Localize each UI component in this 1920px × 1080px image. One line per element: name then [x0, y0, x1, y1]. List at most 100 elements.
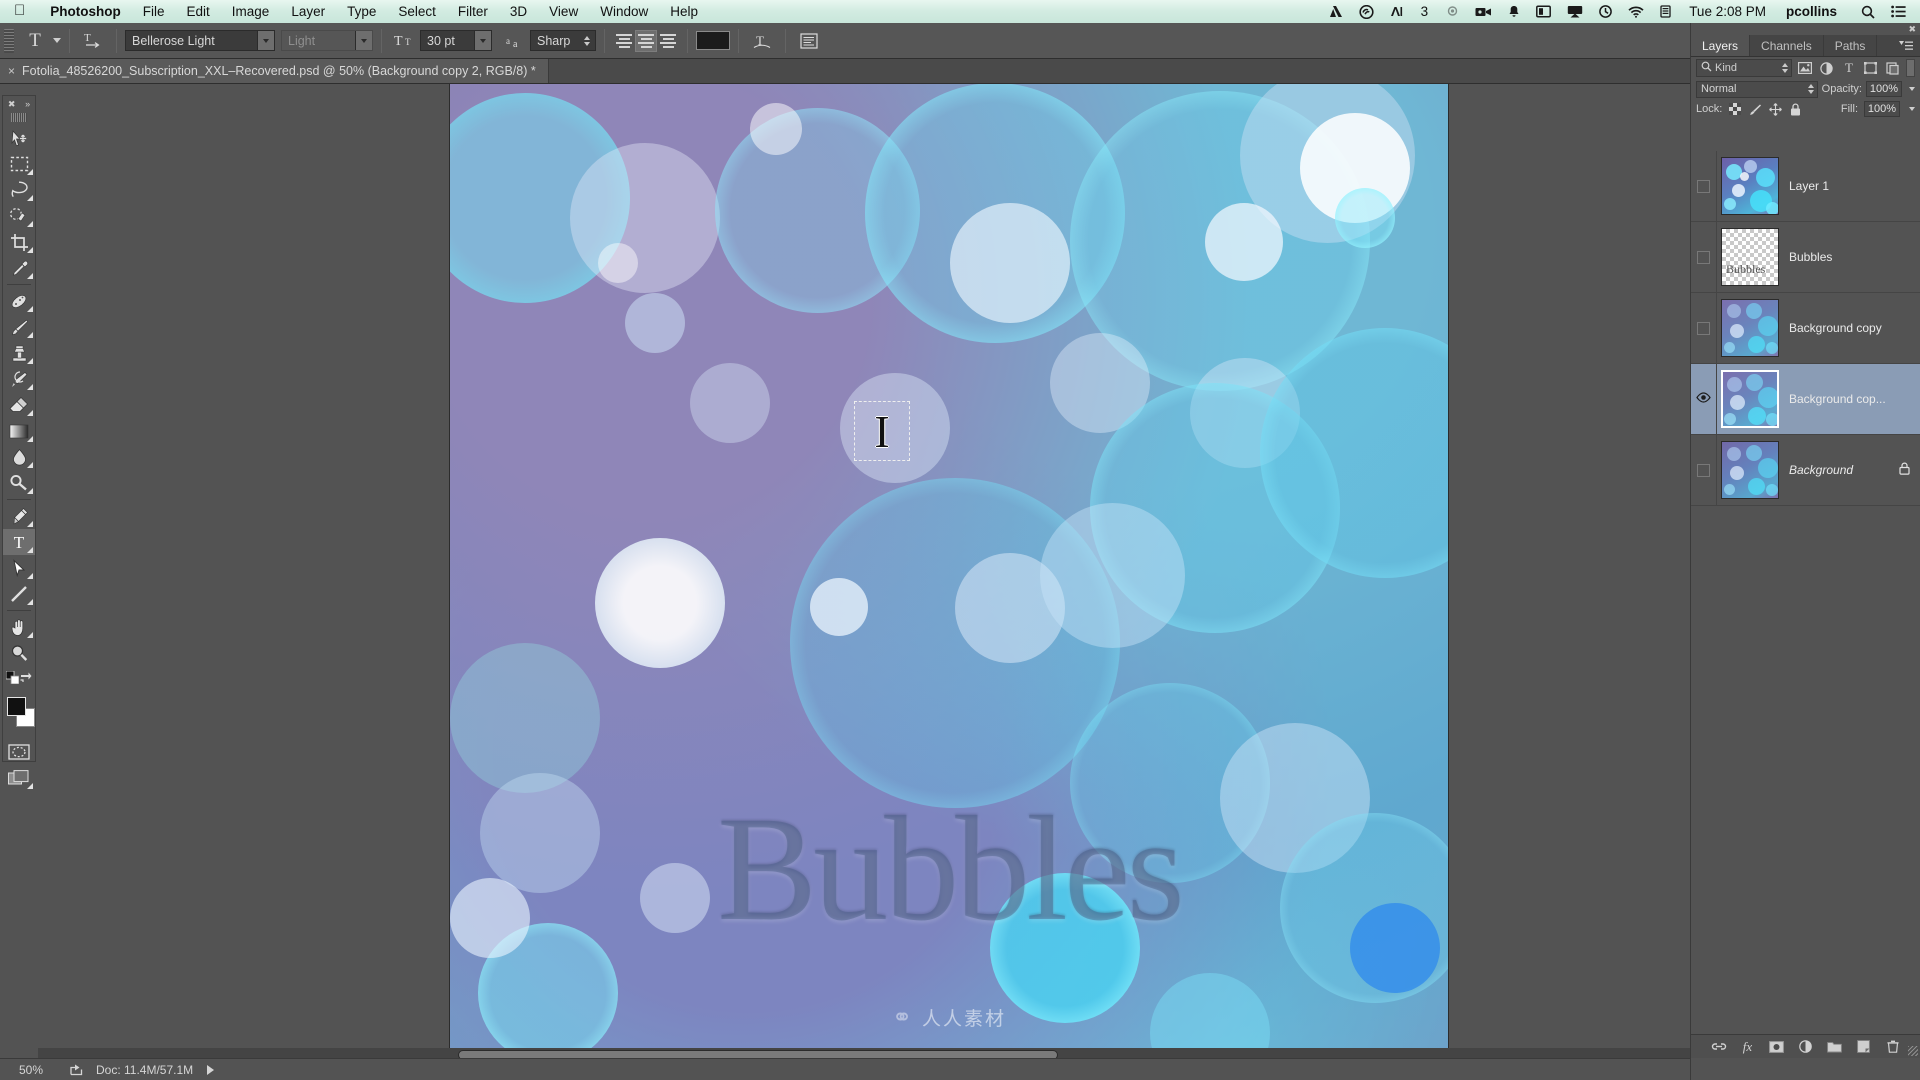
new-adjustment-layer-icon[interactable]	[1798, 1039, 1814, 1055]
status-expand-arrow-icon[interactable]	[207, 1064, 215, 1075]
move-tool[interactable]	[3, 125, 35, 151]
delete-layer-icon[interactable]	[1885, 1039, 1901, 1055]
screen-mode-icon[interactable]	[3, 765, 35, 791]
table-row[interactable]: Background cop...	[1691, 364, 1920, 435]
canvas-stage[interactable]: Bubbles I ⚭ 人人素材	[38, 84, 1690, 1048]
menu-image[interactable]: Image	[221, 4, 281, 19]
warp-text-icon[interactable]: T	[747, 29, 777, 53]
line-shape-tool[interactable]	[3, 581, 35, 607]
new-layer-icon[interactable]	[1856, 1039, 1872, 1055]
pen-tool[interactable]	[3, 503, 35, 529]
opacity-chevron-down-icon[interactable]	[1909, 87, 1915, 91]
path-selection-tool[interactable]	[3, 555, 35, 581]
menu-edit[interactable]: Edit	[176, 4, 221, 19]
lasso-tool[interactable]	[3, 177, 35, 203]
filter-smart-object-icon[interactable]	[1884, 59, 1902, 77]
eye-icon[interactable]	[1696, 392, 1711, 406]
type-tool[interactable]: T	[3, 529, 35, 555]
lock-position-icon[interactable]	[1768, 102, 1782, 116]
fill-chevron-down-icon[interactable]	[1909, 107, 1915, 111]
stepper-arrows-icon[interactable]	[578, 31, 595, 50]
toolbar-grip[interactable]	[11, 113, 27, 122]
link-layers-icon[interactable]	[1711, 1039, 1727, 1055]
tab-channels[interactable]: Channels	[1750, 35, 1824, 56]
apple-logo-icon[interactable]: 	[14, 3, 25, 18]
image-canvas[interactable]: Bubbles I ⚭ 人人素材	[449, 84, 1449, 1048]
add-layer-mask-icon[interactable]	[1769, 1039, 1785, 1055]
menu-photoshop[interactable]: Photoshop	[39, 4, 132, 19]
display-arrangement-icon[interactable]	[1528, 5, 1559, 18]
spot-healing-brush-tool[interactable]	[3, 288, 35, 314]
screen-recording-icon[interactable]	[1467, 6, 1500, 18]
chevron-down-icon[interactable]	[474, 31, 491, 50]
menu-username[interactable]: pcollins	[1776, 4, 1853, 19]
wifi-icon[interactable]	[1620, 5, 1652, 18]
dodge-tool[interactable]	[3, 470, 35, 496]
eraser-tool[interactable]	[3, 392, 35, 418]
layer-list[interactable]: Layer 1 Bubbles Bubbles Background copy …	[1691, 151, 1920, 1034]
camera-icon[interactable]	[1438, 5, 1467, 18]
close-icon[interactable]: ×	[8, 64, 15, 78]
current-tool-icon[interactable]: T	[20, 29, 50, 53]
new-group-icon[interactable]	[1827, 1039, 1843, 1055]
clone-stamp-tool[interactable]	[3, 340, 35, 366]
stepper-arrows-icon[interactable]	[1782, 63, 1791, 73]
menu-window[interactable]: Window	[589, 4, 659, 19]
tool-preset-chevron-down-icon[interactable]	[53, 38, 61, 43]
layer-name[interactable]: Layer 1	[1783, 179, 1920, 193]
panel-close-icon[interactable]: ✖	[1908, 24, 1916, 35]
tab-layers[interactable]: Layers	[1691, 35, 1751, 56]
filter-adjustment-icon[interactable]	[1818, 59, 1836, 77]
hand-tool[interactable]	[3, 614, 35, 640]
quick-selection-tool[interactable]	[3, 203, 35, 229]
layer-name[interactable]: Background copy	[1783, 321, 1920, 335]
menu-file[interactable]: File	[132, 4, 176, 19]
creative-cloud-icon[interactable]	[1351, 4, 1382, 19]
menu-layer[interactable]: Layer	[280, 4, 336, 19]
align-left-button[interactable]	[613, 30, 635, 52]
fill-input[interactable]: 100%	[1864, 101, 1900, 117]
lock-transparent-pixels-icon[interactable]	[1728, 102, 1742, 116]
layer-name[interactable]: Bubbles	[1783, 250, 1920, 264]
notification-center-icon[interactable]	[1883, 5, 1920, 18]
notification-bell-icon[interactable]	[1500, 5, 1528, 18]
document-tab[interactable]: × Fotolia_48526200_Subscription_XXL–Reco…	[0, 59, 549, 83]
layer-thumbnail-cell[interactable]	[1717, 441, 1783, 499]
toggle-character-panel-icon[interactable]	[794, 29, 824, 53]
rectangular-marquee-tool[interactable]	[3, 151, 35, 177]
layer-thumbnail-cell[interactable]	[1717, 157, 1783, 215]
time-machine-icon[interactable]	[1591, 5, 1620, 18]
tab-paths[interactable]: Paths	[1824, 35, 1878, 56]
lock-all-icon[interactable]	[1788, 102, 1802, 116]
text-color-swatch[interactable]	[696, 31, 730, 50]
menu-select[interactable]: Select	[387, 4, 447, 19]
eyedropper-tool[interactable]	[3, 255, 35, 281]
chevron-down-icon[interactable]	[257, 31, 274, 50]
align-right-button[interactable]	[657, 30, 679, 52]
blur-tool[interactable]	[3, 444, 35, 470]
menu-3d[interactable]: 3D	[499, 4, 538, 19]
share-icon[interactable]	[62, 1063, 92, 1076]
layer-thumbnail-cell[interactable]	[1717, 299, 1783, 357]
brush-tool[interactable]	[3, 314, 35, 340]
layer-visibility-toggle[interactable]	[1691, 222, 1717, 292]
menu-clock[interactable]: Tue 2:08 PM	[1679, 4, 1776, 19]
font-size-select[interactable]: 30 pt	[420, 30, 492, 51]
opacity-input[interactable]: 100%	[1866, 81, 1902, 97]
blend-mode-select[interactable]: Normal	[1696, 80, 1818, 98]
table-row[interactable]: Background copy	[1691, 293, 1920, 364]
layer-style-fx-icon[interactable]: fx	[1740, 1039, 1756, 1055]
options-bar-grip[interactable]	[4, 28, 14, 53]
filter-pixel-icon[interactable]	[1796, 59, 1814, 77]
chevron-down-icon[interactable]	[355, 31, 372, 50]
audio-output-icon[interactable]	[1382, 5, 1411, 18]
battery-icon[interactable]	[1652, 5, 1679, 18]
airplay-icon[interactable]	[1559, 5, 1591, 18]
layer-visibility-toggle[interactable]	[1691, 435, 1717, 505]
google-drive-icon[interactable]	[1321, 5, 1351, 18]
layer-thumbnail-cell[interactable]	[1717, 370, 1783, 428]
swap-colors-icon[interactable]	[19, 671, 32, 689]
layer-name[interactable]: Background	[1783, 463, 1899, 477]
filter-shape-icon[interactable]	[1862, 59, 1880, 77]
align-center-button[interactable]	[635, 29, 657, 52]
